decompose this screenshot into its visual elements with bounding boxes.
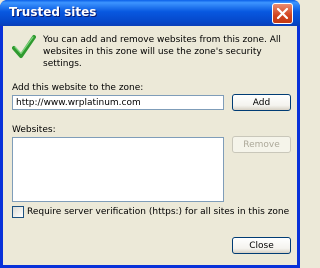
remove-button[interactable]: Remove (232, 136, 291, 153)
checkmark-icon (12, 35, 36, 58)
website-url-field[interactable] (12, 95, 224, 110)
website-url-input[interactable] (13, 96, 223, 109)
add-website-label: Add this website to the zone: (12, 83, 144, 93)
title-close-button[interactable] (272, 3, 293, 24)
https-verification-label[interactable]: Require server verification (https:) for… (27, 207, 289, 217)
close-icon (276, 7, 289, 20)
add-button[interactable]: Add (232, 94, 291, 111)
window-title: Trusted sites (9, 5, 97, 19)
websites-label: Websites: (12, 125, 56, 135)
websites-list[interactable] (12, 137, 224, 202)
title-bar[interactable]: Trusted sites (0, 0, 300, 26)
close-button[interactable]: Close (232, 237, 291, 254)
dialog-window: Trusted sites You can add and remove web… (0, 0, 300, 268)
dialog-body: You can add and remove websites from thi… (3, 26, 297, 265)
zone-description: You can add and remove websites from thi… (43, 35, 281, 69)
https-verification-checkbox[interactable] (12, 206, 24, 218)
